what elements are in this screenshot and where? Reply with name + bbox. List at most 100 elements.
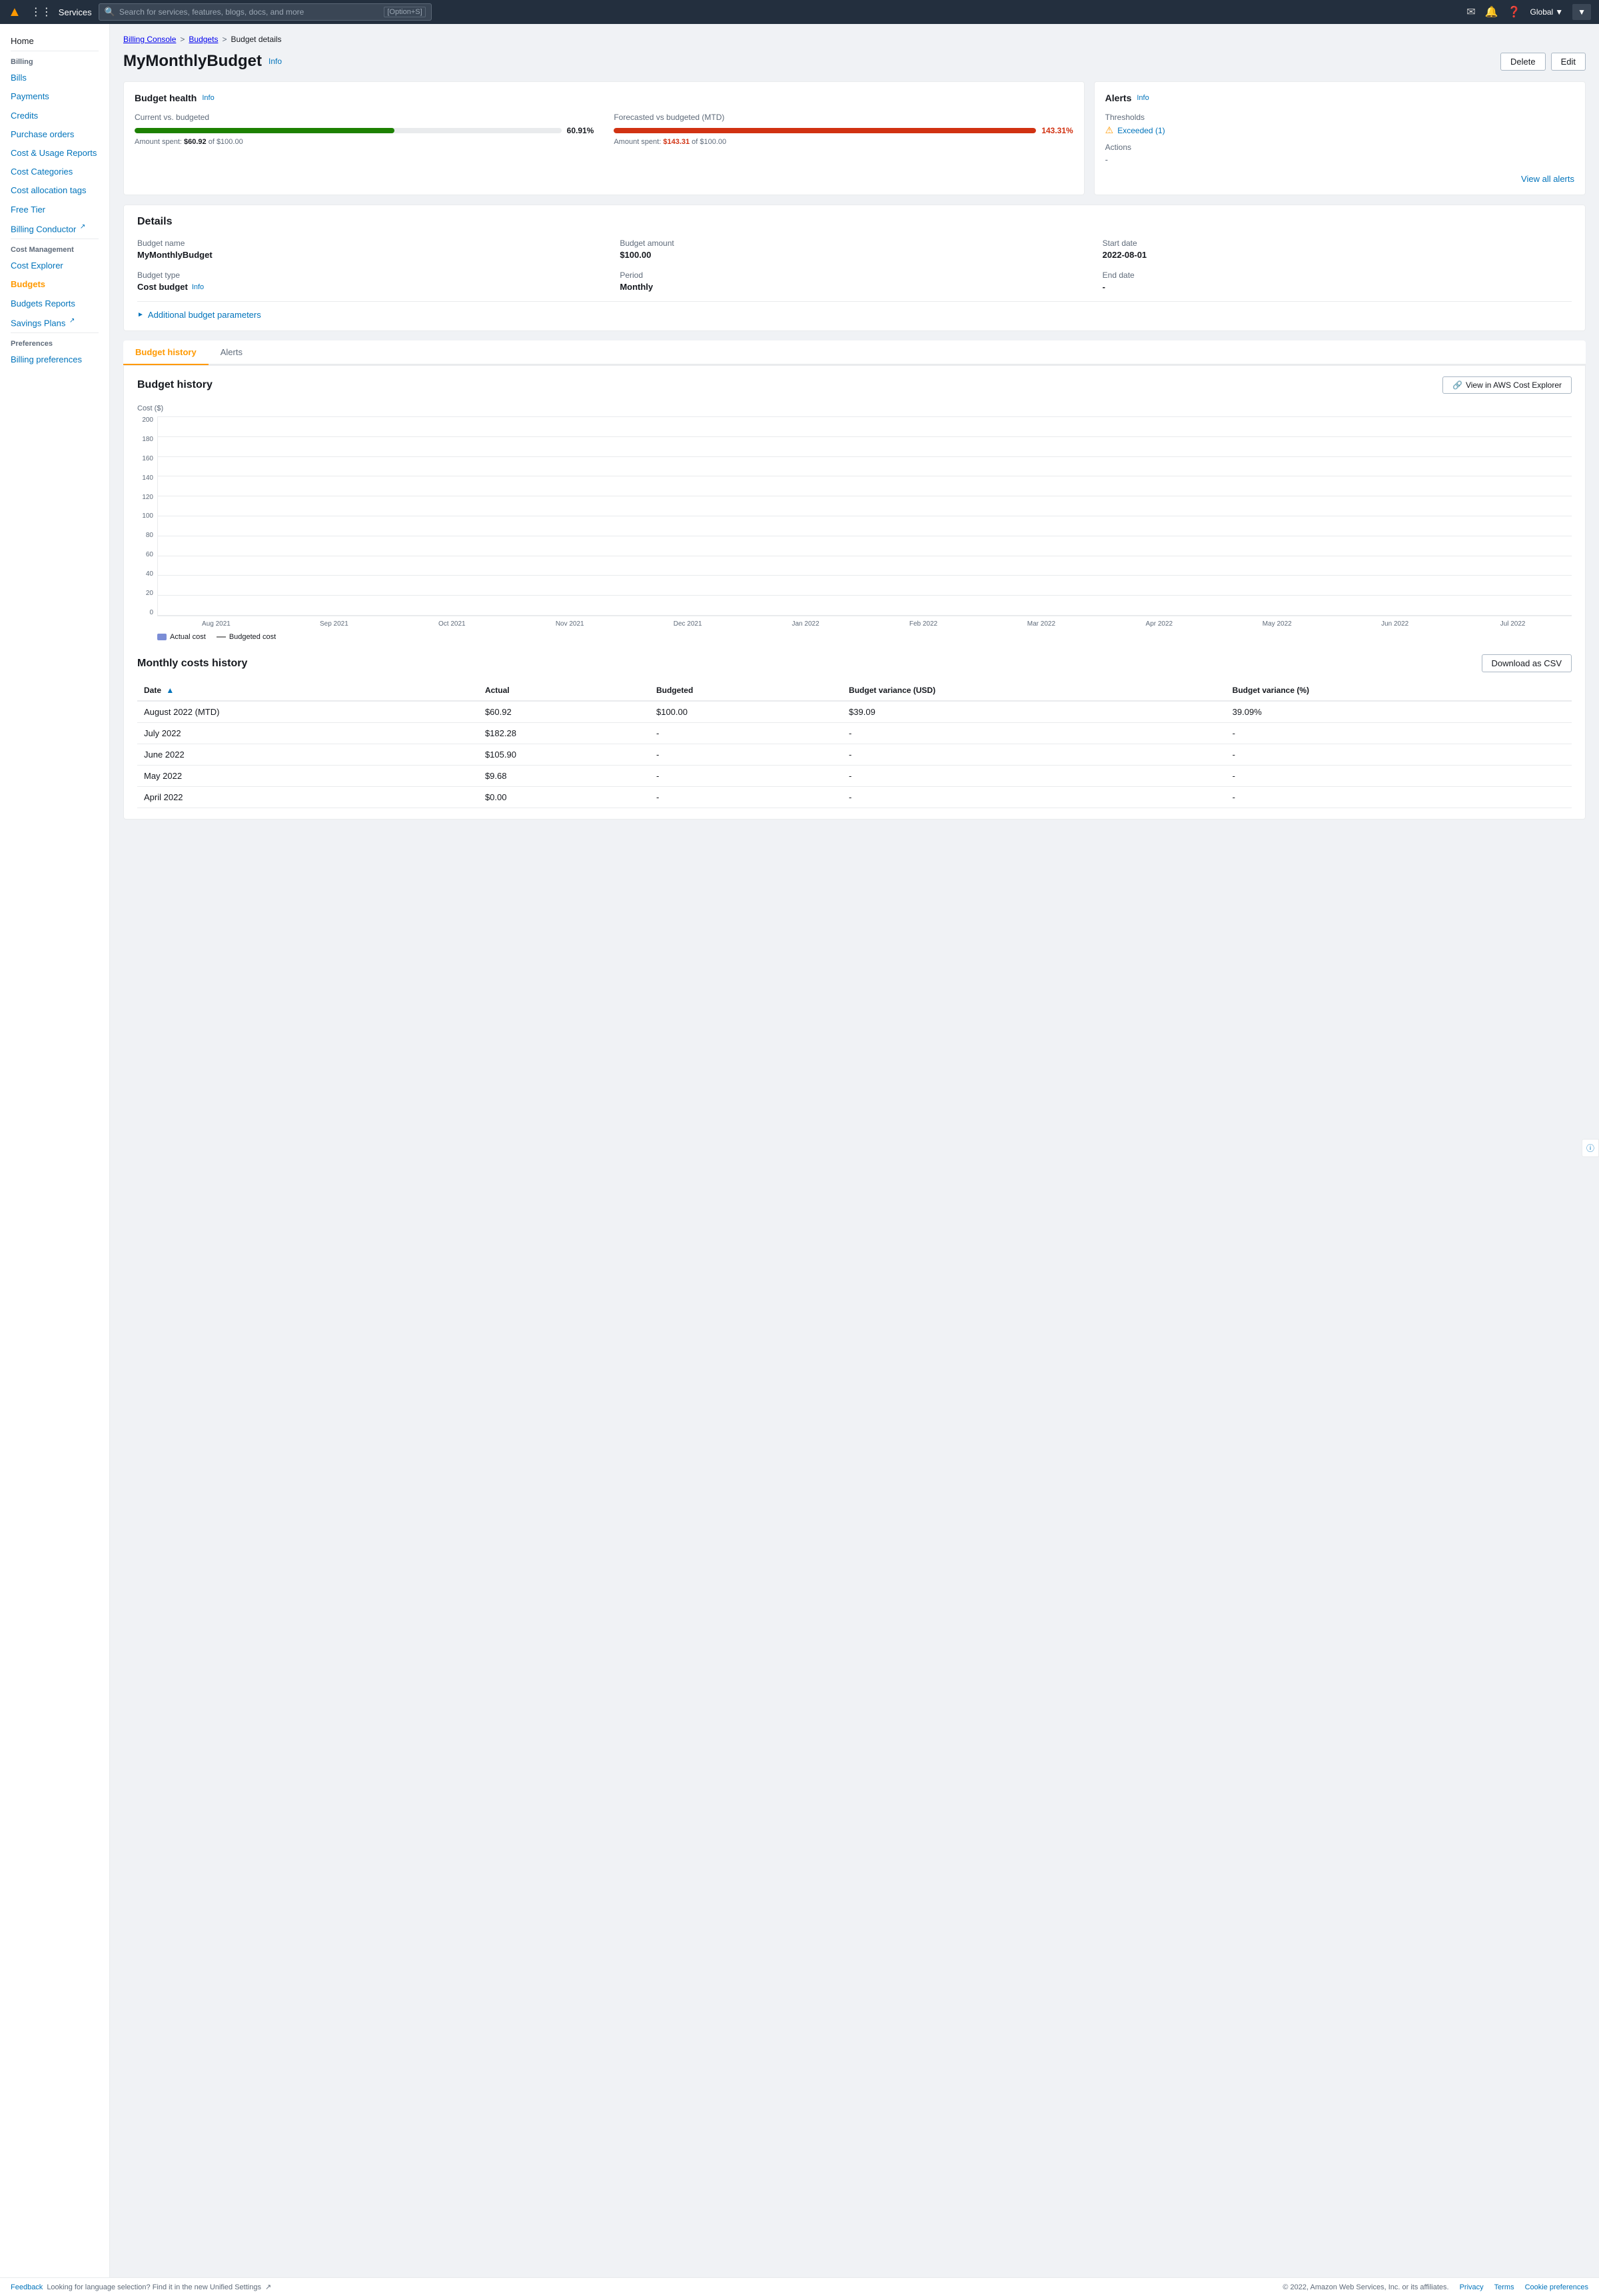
current-percent: 60.91% xyxy=(567,126,594,135)
breadcrumb-sep1: > xyxy=(180,35,185,44)
forecasted-progress-bar-container xyxy=(614,128,1036,133)
sidebar-item-payments[interactable]: Payments xyxy=(0,87,109,106)
td-budgeted-0: $100.00 xyxy=(650,701,842,723)
services-button[interactable]: Services xyxy=(59,7,92,17)
td-date-0: August 2022 (MTD) xyxy=(137,701,478,723)
sidebar-item-budgets-reports[interactable]: Budgets Reports xyxy=(0,294,109,313)
main-content: Billing Console > Budgets > Budget detai… xyxy=(110,24,1599,2296)
search-shortcut: [Option+S] xyxy=(384,7,425,17)
sidebar-item-credits[interactable]: Credits xyxy=(0,107,109,125)
chart-y-axis: 0 20 40 60 80 100 120 140 160 180 200 xyxy=(137,416,157,616)
sidebar-item-purchase-orders[interactable]: Purchase orders xyxy=(0,125,109,144)
legend-actual-color xyxy=(157,634,167,640)
external-link-icon-savings: ↗ xyxy=(69,317,75,324)
feedback-link[interactable]: Feedback xyxy=(11,2283,43,2291)
legend-actual-cost: Actual cost xyxy=(157,633,206,641)
side-info-button[interactable]: ⓘ xyxy=(1582,1139,1599,1157)
view-all-alerts-link[interactable]: View all alerts xyxy=(1105,174,1574,184)
aws-logo: ▲ xyxy=(8,5,21,20)
breadcrumb-billing-console[interactable]: Billing Console xyxy=(123,35,176,44)
sidebar-item-billing-conductor[interactable]: Billing Conductor ↗ xyxy=(0,219,109,239)
history-section: Budget history 🔗 View in AWS Cost Explor… xyxy=(123,365,1586,820)
x-label-6: Feb 2022 xyxy=(865,620,983,628)
sidebar-item-cost-categories[interactable]: Cost Categories xyxy=(0,163,109,181)
th-variance-pct[interactable]: Budget variance (%) xyxy=(1226,680,1572,701)
forecasted-progress-row: 143.31% xyxy=(614,126,1073,138)
chevron-down-icon: ▼ xyxy=(1555,7,1563,17)
table-row-0: August 2022 (MTD)$60.92$100.00$39.0939.0… xyxy=(137,701,1572,723)
page-actions: Delete Edit xyxy=(1500,53,1586,71)
th-variance-usd[interactable]: Budget variance (USD) xyxy=(842,680,1226,701)
grid-icon[interactable]: ⋮⋮ xyxy=(31,5,52,19)
sidebar-item-cost-usage-reports[interactable]: Cost & Usage Reports xyxy=(0,144,109,163)
breadcrumb-budgets[interactable]: Budgets xyxy=(189,35,218,44)
th-budgeted[interactable]: Budgeted xyxy=(650,680,842,701)
external-link-icon-explorer: 🔗 xyxy=(1452,380,1462,390)
budget-amount-item: Budget amount $100.00 xyxy=(620,239,1089,260)
current-progress-row: 60.91% xyxy=(135,126,594,138)
breadcrumb-current: Budget details xyxy=(231,35,281,44)
main-layout: Home Billing Bills Payments Credits Purc… xyxy=(0,24,1599,2296)
th-actual[interactable]: Actual xyxy=(478,680,650,701)
alerts-info-link[interactable]: Info xyxy=(1137,94,1149,102)
td-actual-4: $0.00 xyxy=(478,787,650,808)
period-value: Monthly xyxy=(620,282,1089,292)
search-input[interactable] xyxy=(119,7,380,17)
sidebar-item-cost-allocation-tags[interactable]: Cost allocation tags xyxy=(0,181,109,200)
view-in-explorer-button[interactable]: 🔗 View in AWS Cost Explorer xyxy=(1442,376,1572,394)
forecasted-amount: Amount spent: $143.31 of $100.00 xyxy=(614,138,1073,146)
end-date-label: End date xyxy=(1103,271,1572,280)
search-bar: 🔍 [Option+S] xyxy=(99,3,432,21)
page-info-link[interactable]: Info xyxy=(268,57,282,66)
start-date-label: Start date xyxy=(1103,239,1572,248)
tabs-section: Budget history Alerts Budget history 🔗 V… xyxy=(123,340,1586,820)
additional-params[interactable]: ► Additional budget parameters xyxy=(137,301,1572,320)
td-budgeted-2: - xyxy=(650,744,842,766)
account-button[interactable]: ▼ xyxy=(1572,4,1591,20)
sidebar-item-budgets[interactable]: Budgets xyxy=(0,275,109,294)
sidebar-item-home[interactable]: Home xyxy=(0,32,109,51)
sidebar-section-preferences: Preferences xyxy=(0,333,109,350)
bell-icon[interactable]: 🔔 xyxy=(1485,5,1498,19)
sidebar-item-free-tier[interactable]: Free Tier xyxy=(0,201,109,219)
x-label-10: Jun 2022 xyxy=(1336,620,1454,628)
top-navigation: ▲ ⋮⋮ Services 🔍 [Option+S] ✉ 🔔 ❓ Global … xyxy=(0,0,1599,24)
td-date-2: June 2022 xyxy=(137,744,478,766)
sidebar-item-savings-plans[interactable]: Savings Plans ↗ xyxy=(0,313,109,333)
td-budgeted-1: - xyxy=(650,723,842,744)
x-label-2: Oct 2021 xyxy=(393,620,511,628)
td-actual-0: $60.92 xyxy=(478,701,650,723)
edit-button[interactable]: Edit xyxy=(1551,53,1586,71)
footer-terms-link[interactable]: Terms xyxy=(1494,2283,1514,2291)
tabs-bar: Budget history Alerts xyxy=(123,340,1586,365)
alerts-card: Alerts Info Thresholds ⚠ Exceeded (1) Ac… xyxy=(1094,81,1586,195)
budget-type-info-link[interactable]: Info xyxy=(192,283,204,291)
tab-alerts[interactable]: Alerts xyxy=(209,340,255,365)
footer-left: Feedback Looking for language selection?… xyxy=(11,2283,271,2291)
current-progress-wrap xyxy=(135,128,562,136)
mail-icon[interactable]: ✉ xyxy=(1466,5,1475,19)
tab-budget-history[interactable]: Budget history xyxy=(123,340,209,365)
history-title: Budget history xyxy=(137,379,213,391)
legend-budgeted-cost: Budgeted cost xyxy=(217,633,276,641)
sidebar-item-bills[interactable]: Bills xyxy=(0,69,109,87)
budget-health-info-link[interactable]: Info xyxy=(202,94,214,102)
th-date[interactable]: Date ▲ xyxy=(137,680,478,701)
sidebar-item-billing-preferences[interactable]: Billing preferences xyxy=(0,350,109,369)
footer-cookie-link[interactable]: Cookie preferences xyxy=(1525,2283,1588,2291)
exceeded-link[interactable]: Exceeded (1) xyxy=(1117,126,1165,135)
delete-button[interactable]: Delete xyxy=(1500,53,1546,71)
footer-right: © 2022, Amazon Web Services, Inc. or its… xyxy=(1283,2283,1588,2291)
help-icon[interactable]: ❓ xyxy=(1508,5,1521,19)
budget-health-card: Budget health Info Current vs. budgeted xyxy=(123,81,1085,195)
chart-x-axis: Aug 2021Sep 2021Oct 2021Nov 2021Dec 2021… xyxy=(137,620,1572,628)
sidebar-item-cost-explorer[interactable]: Cost Explorer xyxy=(0,257,109,275)
start-date-value: 2022-08-01 xyxy=(1103,250,1572,260)
current-amount: Amount spent: $60.92 of $100.00 xyxy=(135,138,594,146)
footer-privacy-link[interactable]: Privacy xyxy=(1460,2283,1484,2291)
global-button[interactable]: Global ▼ xyxy=(1530,7,1564,17)
top-nav-right: ✉ 🔔 ❓ Global ▼ ▼ xyxy=(1466,4,1591,20)
td-budgeted-4: - xyxy=(650,787,842,808)
download-csv-button[interactable]: Download as CSV xyxy=(1482,654,1572,672)
td-date-1: July 2022 xyxy=(137,723,478,744)
